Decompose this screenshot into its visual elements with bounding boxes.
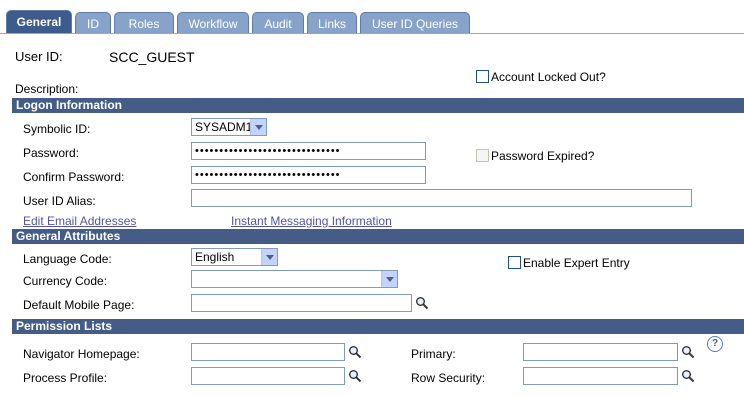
tab-id[interactable]: ID bbox=[75, 12, 111, 34]
tab-bar: General ID Roles Workflow Audit Links Us… bbox=[6, 10, 744, 34]
account-locked-checkbox[interactable] bbox=[476, 70, 489, 83]
chevron-down-icon bbox=[250, 119, 266, 135]
chevron-down-icon bbox=[381, 271, 397, 287]
language-code-value: English bbox=[195, 250, 235, 264]
navigator-homepage-field[interactable] bbox=[191, 343, 345, 361]
help-icon[interactable]: ? bbox=[707, 336, 723, 352]
tab-user-id-queries[interactable]: User ID Queries bbox=[360, 12, 470, 34]
tab-audit[interactable]: Audit bbox=[252, 12, 304, 34]
magnifier-icon[interactable] bbox=[681, 369, 695, 383]
language-code-label: Language Code: bbox=[23, 252, 112, 266]
user-id-value: SCC_GUEST bbox=[109, 49, 195, 65]
account-locked-label: Account Locked Out? bbox=[491, 70, 606, 84]
enable-expert-entry-label: Enable Expert Entry bbox=[523, 256, 630, 270]
section-general-attributes: General Attributes bbox=[12, 229, 744, 244]
navigator-homepage-label: Navigator Homepage: bbox=[23, 347, 140, 361]
password-expired-checkbox bbox=[476, 149, 489, 162]
process-profile-field[interactable] bbox=[191, 367, 345, 385]
password-expired-label: Password Expired? bbox=[491, 149, 595, 163]
magnifier-icon[interactable] bbox=[415, 296, 429, 310]
instant-messaging-link[interactable]: Instant Messaging Information bbox=[231, 214, 392, 228]
currency-code-select[interactable] bbox=[191, 270, 398, 288]
password-label: Password: bbox=[23, 146, 80, 160]
default-mobile-page-label: Default Mobile Page: bbox=[23, 298, 135, 312]
magnifier-icon[interactable] bbox=[681, 345, 695, 359]
tab-workflow[interactable]: Workflow bbox=[177, 12, 249, 34]
user-id-alias-label: User ID Alias: bbox=[23, 194, 96, 208]
currency-code-label: Currency Code: bbox=[23, 274, 108, 288]
user-id-alias-field[interactable] bbox=[191, 189, 692, 207]
section-permission-lists: Permission Lists bbox=[12, 319, 744, 334]
magnifier-icon[interactable] bbox=[348, 345, 362, 359]
password-field[interactable]: •••••••••••••••••••••••••••••• bbox=[191, 142, 426, 160]
edit-email-addresses-link[interactable]: Edit Email Addresses bbox=[23, 214, 136, 228]
user-id-label: User ID: bbox=[15, 49, 63, 64]
symbolic-id-select[interactable]: SYSADM1 bbox=[191, 118, 267, 136]
confirm-password-field[interactable]: •••••••••••••••••••••••••••••• bbox=[191, 166, 426, 184]
row-security-field[interactable] bbox=[523, 367, 678, 385]
enable-expert-entry-checkbox[interactable] bbox=[508, 256, 521, 269]
row-security-label: Row Security: bbox=[411, 371, 486, 385]
section-logon-information: Logon Information bbox=[12, 98, 744, 113]
symbolic-id-label: Symbolic ID: bbox=[23, 122, 91, 136]
tab-general[interactable]: General bbox=[6, 10, 72, 34]
default-mobile-page-field[interactable] bbox=[191, 294, 412, 312]
magnifier-icon[interactable] bbox=[348, 369, 362, 383]
chevron-down-icon bbox=[261, 249, 277, 265]
description-label: Description: bbox=[15, 82, 79, 96]
primary-label: Primary: bbox=[411, 347, 456, 361]
primary-field[interactable] bbox=[523, 343, 678, 361]
tab-links[interactable]: Links bbox=[307, 12, 357, 34]
symbolic-id-value: SYSADM1 bbox=[195, 120, 251, 134]
language-code-select[interactable]: English bbox=[191, 248, 278, 266]
tab-underline bbox=[0, 33, 744, 34]
process-profile-label: Process Profile: bbox=[23, 371, 108, 385]
tab-roles[interactable]: Roles bbox=[114, 12, 174, 34]
confirm-password-label: Confirm Password: bbox=[23, 170, 125, 184]
